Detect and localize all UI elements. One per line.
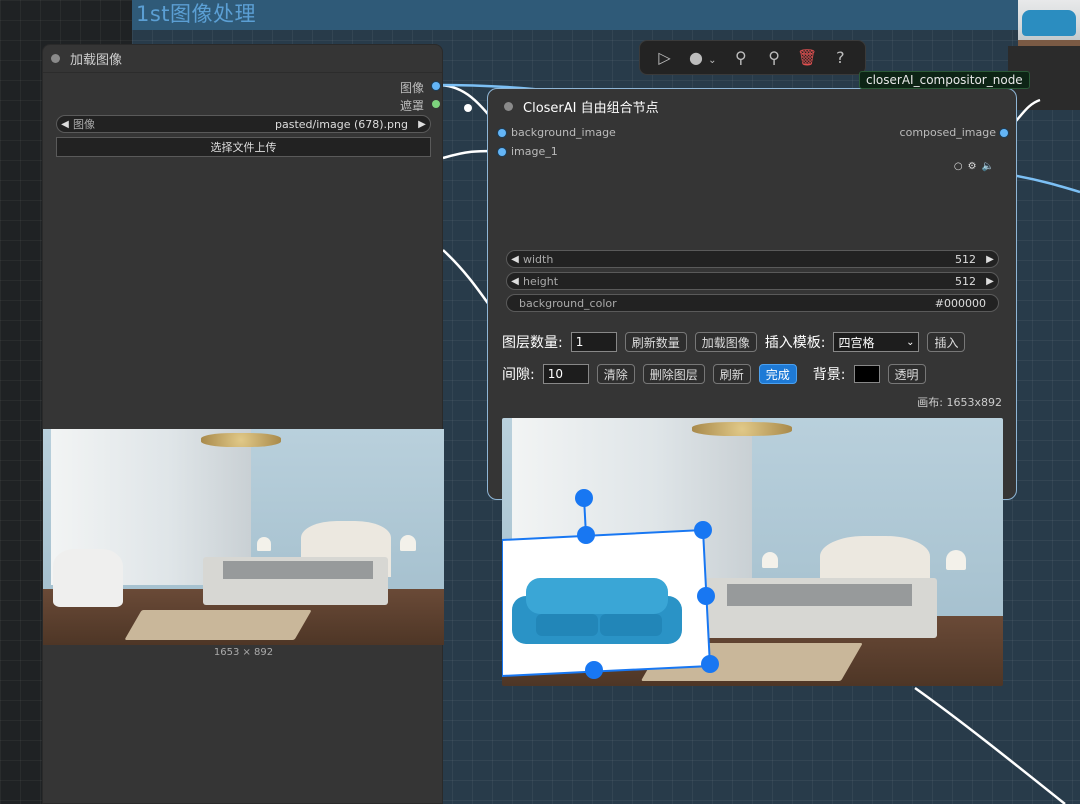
output-image-label: 图像 [399,81,424,95]
node-toolbar: ▷ ● ⌄ ⚲ ⚲ 🗑 ? [639,40,866,75]
gap-controls-row: 间隙: 10 清除 删除图层 刷新 完成 背景: 透明 [502,364,926,384]
background-color-value: #000000 [934,296,986,310]
compositor-node-header[interactable]: CloserAI 自由组合节点 [488,89,1016,123]
chevron-down-icon: ⌄ [906,336,915,348]
sofa-cushion-left [536,614,598,636]
rotate-handle [575,489,593,507]
image-combo[interactable]: ◀ 图像 pasted/image (678).png ▶ [56,115,431,133]
sofa-back [526,578,668,614]
play-icon[interactable]: ▷ [654,48,676,67]
transparent-button[interactable]: 透明 [887,364,926,384]
width-left-arrow-icon[interactable]: ◀ [507,254,523,265]
output-image-port[interactable] [432,82,440,90]
help-icon[interactable]: ? [829,48,851,67]
resize-handle-bottom [585,661,603,679]
clear-button[interactable]: 清除 [596,364,635,384]
height-left-arrow-icon[interactable]: ◀ [507,276,523,287]
input-background-port[interactable] [498,129,506,137]
load-image-button[interactable]: 加载图像 [694,332,757,352]
background-color-label: background_color [519,296,617,310]
magic-wand-icon[interactable]: ⚲ [730,48,752,67]
done-button[interactable]: 完成 [758,364,797,384]
background-color-swatch[interactable] [853,365,880,383]
gap-input[interactable]: 10 [542,364,589,384]
wire-bottom-right [914,686,1066,804]
speaker-icon[interactable]: 🔈 [982,161,994,172]
background-label: 背景: [812,367,846,383]
resize-handle-top-right [694,521,712,539]
output-mask-label: 遮罩 [399,99,424,113]
width-widget[interactable]: ◀ width 512 ▶ [506,250,999,268]
load-image-node-title: 加载图像 [70,53,123,68]
template-select-value: 四宫格 [838,335,875,350]
upload-file-button[interactable]: 选择文件上传 [56,137,431,157]
width-value: 512 [955,252,976,266]
refresh-button[interactable]: 刷新 [712,364,751,384]
resize-handle-bottom-right [701,655,719,673]
color-dot-icon[interactable]: ● ⌄ [687,48,719,67]
delete-layer-button[interactable]: 删除图层 [642,364,705,384]
output-composed-label: composed_image [899,126,996,139]
image-combo-value: pasted/image (678).png [275,117,408,131]
load-image-node-header[interactable]: 加载图像 [43,45,442,73]
input-image1-label: image_1 [511,145,558,158]
insert-button[interactable]: 插入 [927,332,966,352]
height-right-arrow-icon[interactable]: ▶ [982,276,998,287]
gear-icon[interactable]: ⚙ [968,161,977,172]
height-label: height [523,274,559,288]
height-value: 512 [955,274,976,288]
compositor-canvas[interactable] [502,418,1003,686]
canvas-size-label: 画布: 1653x892 [917,396,1002,409]
layer-controls-row: 图层数量: 1 刷新数量 加载图像 插入模板: 四宫格 ⌄ 插入 [502,332,966,352]
sofa-cushion-right [600,614,662,636]
refresh-count-button[interactable]: 刷新数量 [624,332,687,352]
image-preview [43,429,444,645]
circle-icon[interactable]: ○ [954,161,963,172]
layer-count-label: 图层数量: [502,335,563,351]
width-right-arrow-icon[interactable]: ▶ [982,254,998,265]
resize-handle-top [577,526,595,544]
input-background-label: background_image [511,126,616,139]
height-widget[interactable]: ◀ height 512 ▶ [506,272,999,290]
layer-transform-overlay [502,489,719,679]
template-select[interactable]: 四宫格 ⌄ [833,332,920,352]
load-image-node[interactable]: 加载图像 图像 遮罩 ◀ 图像 pasted/image (678).png ▶… [42,44,444,804]
chevron-down-icon: ⌄ [708,55,717,66]
image-combo-label: 图像 [73,118,95,131]
combo-left-arrow-icon[interactable]: ◀ [57,119,73,130]
node-type-tooltip: closerAI_compositor_node [859,71,1030,89]
node-status-icons: ○ ⚙ 🔈 [954,161,994,172]
output-mask-port[interactable] [432,100,440,108]
wire-out-blue [1011,173,1080,194]
layer-count-input[interactable]: 1 [570,332,617,352]
compositor-node-title: CloserAI 自由组合节点 [523,100,659,116]
trash-icon[interactable]: 🗑 [796,48,818,67]
width-label: width [523,252,554,266]
output-composed-port[interactable] [1000,129,1008,137]
collapse-dot-icon[interactable] [51,54,60,63]
resize-handle-right [697,587,715,605]
gap-label: 间隙: [502,367,535,383]
collapse-dot-icon[interactable] [504,101,513,111]
background-color-widget[interactable]: background_color #000000 [506,294,999,312]
insert-template-label: 插入模板: [764,335,826,351]
combo-right-arrow-icon[interactable]: ▶ [414,119,430,130]
image-dimensions: 1653 × 892 [213,647,274,658]
pin-icon[interactable]: ⚲ [763,48,785,67]
input-image1-port[interactable] [498,148,506,156]
